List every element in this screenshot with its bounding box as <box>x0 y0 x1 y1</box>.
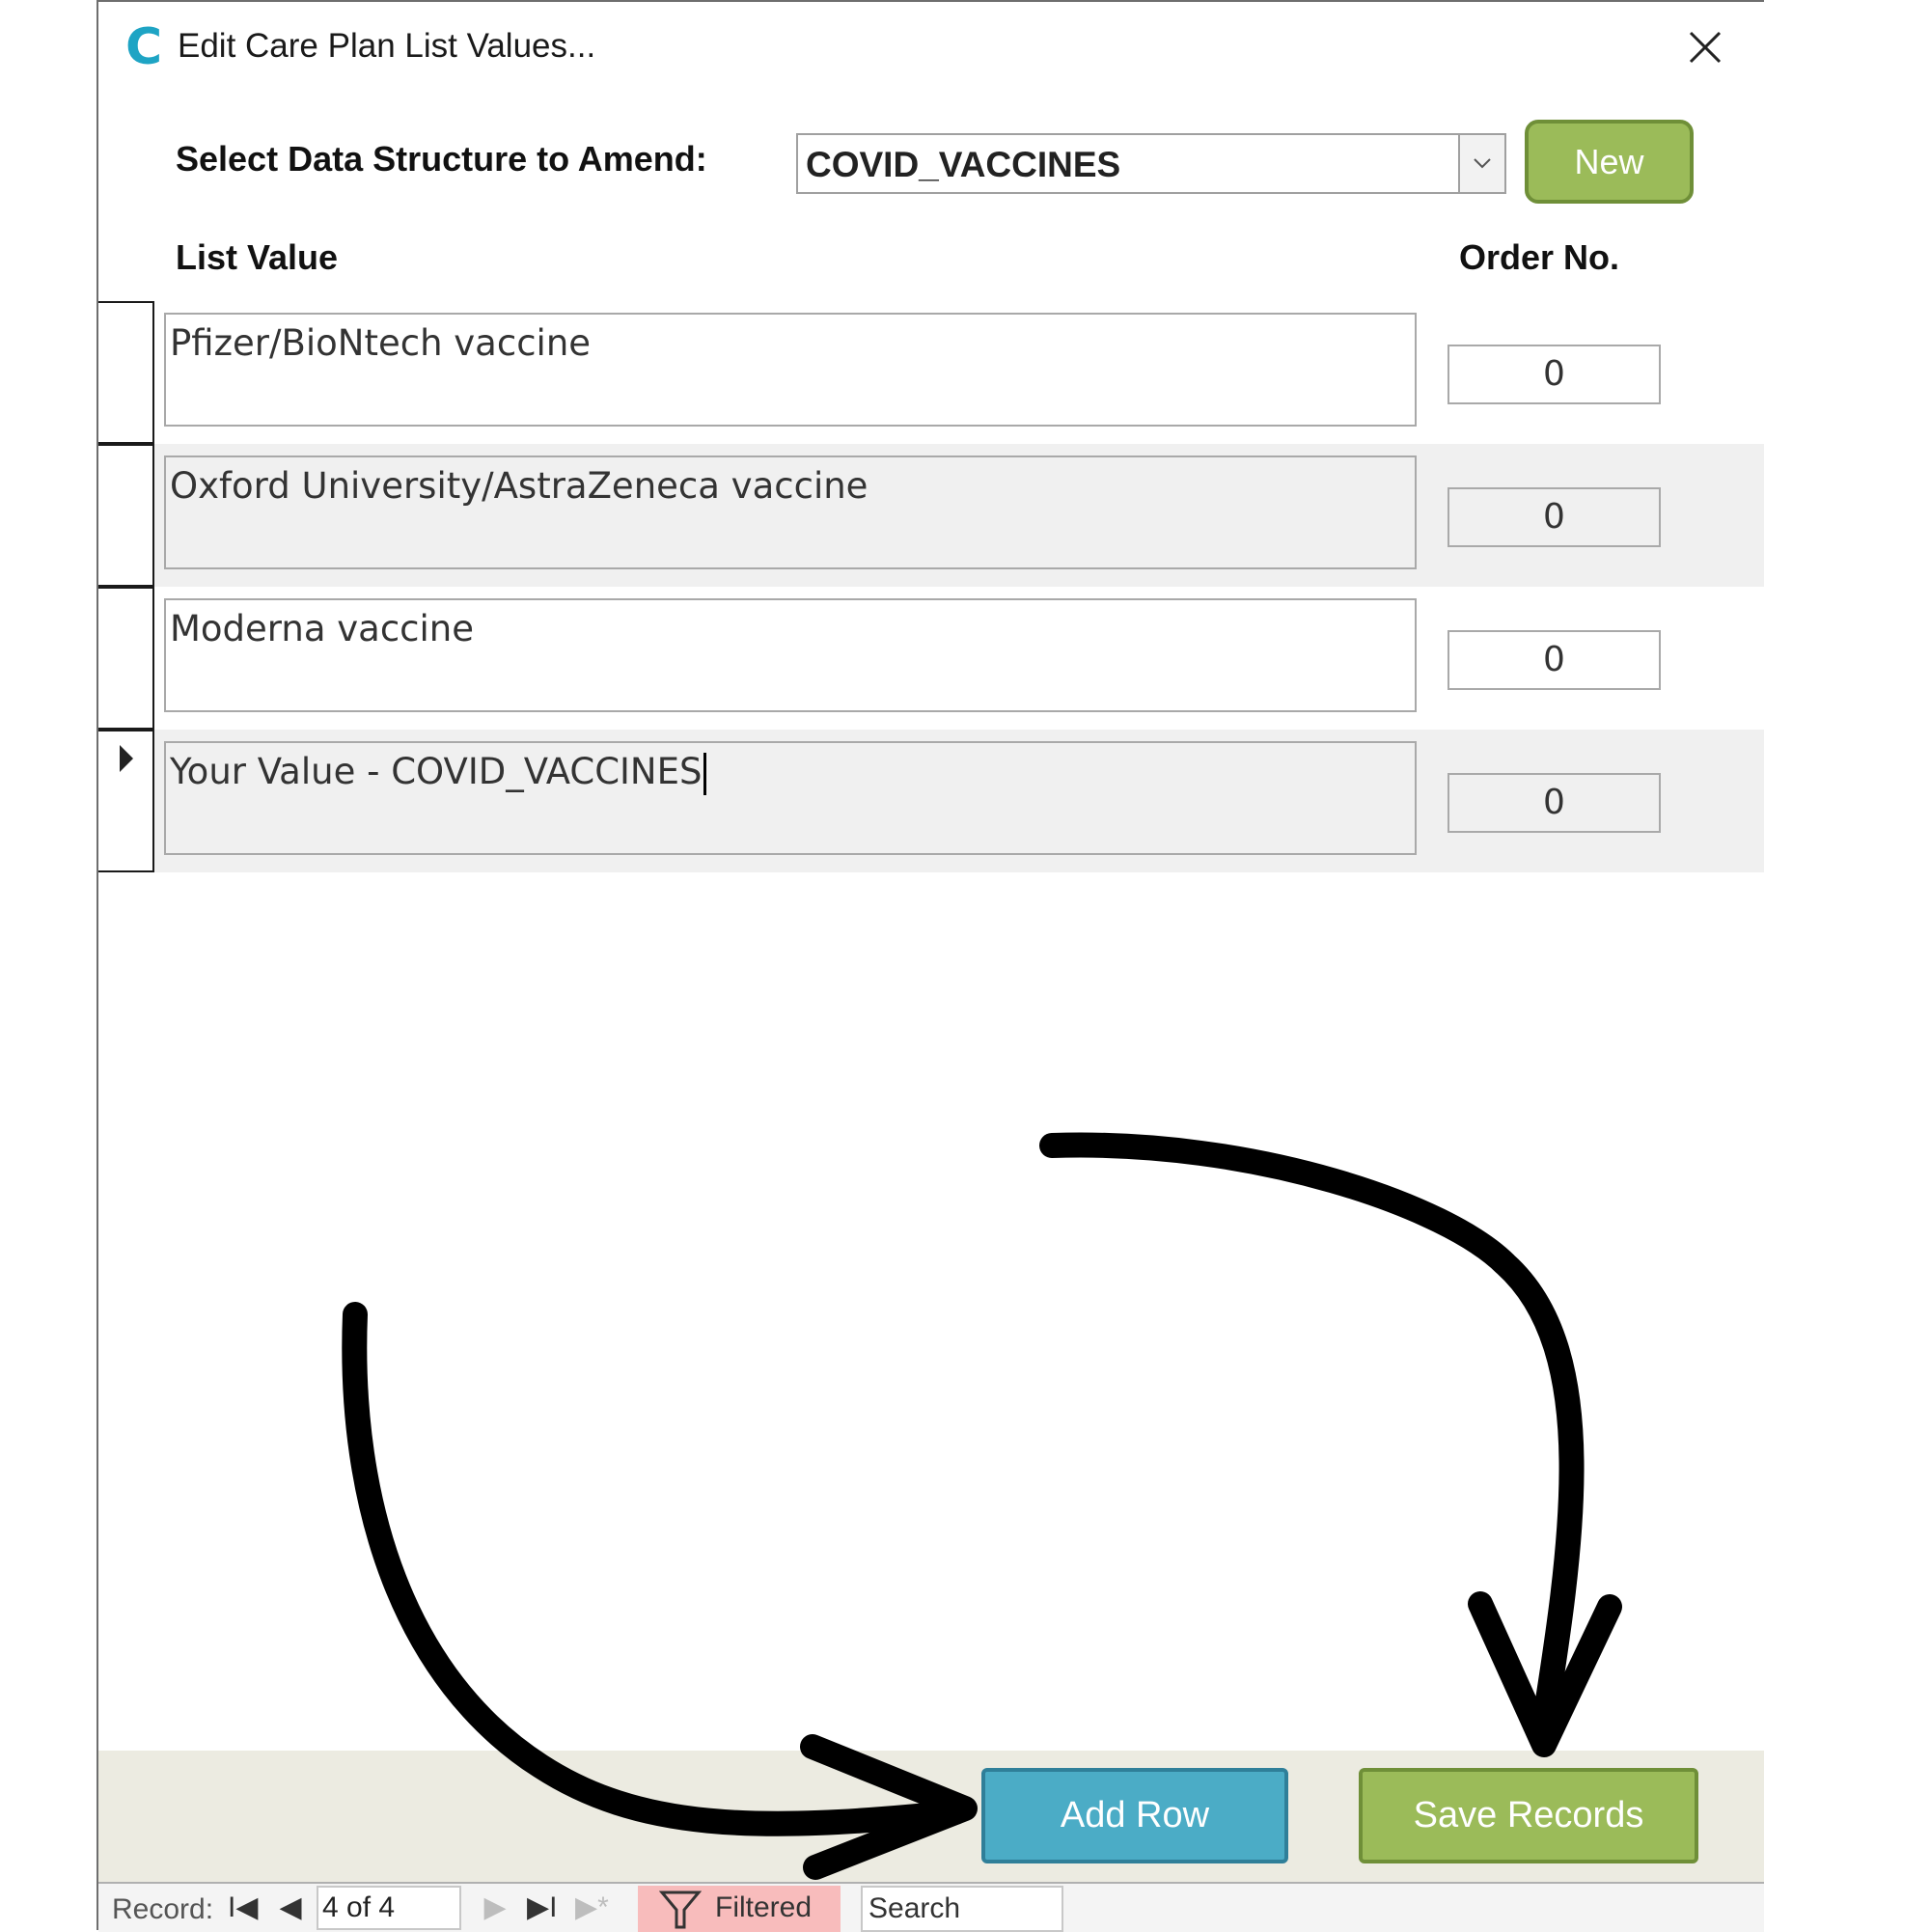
record-position-field[interactable]: 4 of 4 <box>317 1886 461 1930</box>
save-records-button[interactable]: Save Records <box>1359 1768 1698 1863</box>
next-record-icon[interactable]: ▶ <box>481 1891 510 1924</box>
app-logo-icon: C <box>125 18 163 76</box>
add-row-button[interactable]: Add Row <box>981 1768 1288 1863</box>
list-value-field[interactable]: Moderna vaccine <box>164 598 1417 712</box>
last-record-icon[interactable]: ▶I <box>527 1891 557 1924</box>
filtered-label: Filtered <box>715 1891 813 1923</box>
chevron-down-icon <box>1474 158 1491 169</box>
record-selector[interactable] <box>98 730 154 872</box>
text-cursor <box>703 752 707 795</box>
record-selector[interactable] <box>98 301 154 444</box>
order-no-field[interactable]: 0 <box>1448 773 1661 833</box>
close-button[interactable] <box>1681 23 1729 71</box>
window-title: Edit Care Plan List Values... <box>178 27 596 65</box>
combo-dropdown-button[interactable] <box>1458 135 1504 192</box>
list-row: Moderna vaccine 0 <box>98 587 1764 730</box>
order-no-field[interactable]: 0 <box>1448 630 1661 690</box>
previous-record-icon[interactable]: ◀ <box>276 1891 305 1924</box>
order-no-field[interactable]: 0 <box>1448 345 1661 404</box>
new-record-icon[interactable]: ▶* <box>575 1891 609 1924</box>
filtered-toggle[interactable]: Filtered <box>638 1886 841 1932</box>
record-label: Record: <box>112 1893 214 1925</box>
edit-care-plan-window: C Edit Care Plan List Values... Select D… <box>96 0 1764 1932</box>
first-record-icon[interactable]: I◀ <box>228 1891 258 1924</box>
search-input[interactable]: Search <box>861 1886 1063 1932</box>
order-no-header: Order No. <box>1459 237 1620 277</box>
list-row-current: Your Value - COVID_VACCINES 0 <box>98 730 1764 872</box>
list-row: Pfizer/BioNtech vaccine 0 <box>98 301 1764 444</box>
record-selector[interactable] <box>98 444 154 587</box>
new-button[interactable]: New <box>1525 120 1694 204</box>
data-structure-combo[interactable]: COVID_VACCINES <box>796 133 1506 194</box>
close-icon <box>1689 31 1722 64</box>
list-value-field-active[interactable]: Your Value - COVID_VACCINES <box>164 741 1417 855</box>
list-value-field[interactable]: Oxford University/AstraZeneca vaccine <box>164 455 1417 569</box>
list-value-field[interactable]: Pfizer/BioNtech vaccine <box>164 313 1417 427</box>
list-value-header: List Value <box>176 237 339 277</box>
combo-value: COVID_VACCINES <box>806 145 1121 184</box>
record-navigation-bar: Record: I◀ ◀ 4 of 4 ▶ ▶I ▶* Filtered Sea… <box>98 1882 1764 1932</box>
record-selector[interactable] <box>98 587 154 730</box>
filter-icon <box>659 1891 702 1929</box>
select-structure-label: Select Data Structure to Amend: <box>176 139 707 179</box>
list-row: Oxford University/AstraZeneca vaccine 0 <box>98 444 1764 587</box>
title-bar: C Edit Care Plan List Values... <box>98 2 1764 94</box>
order-no-field[interactable]: 0 <box>1448 487 1661 547</box>
current-record-icon <box>120 745 133 772</box>
form-footer: Add Row Save Records <box>98 1751 1764 1882</box>
list-value-text: Your Value - COVID_VACCINES <box>170 751 703 792</box>
